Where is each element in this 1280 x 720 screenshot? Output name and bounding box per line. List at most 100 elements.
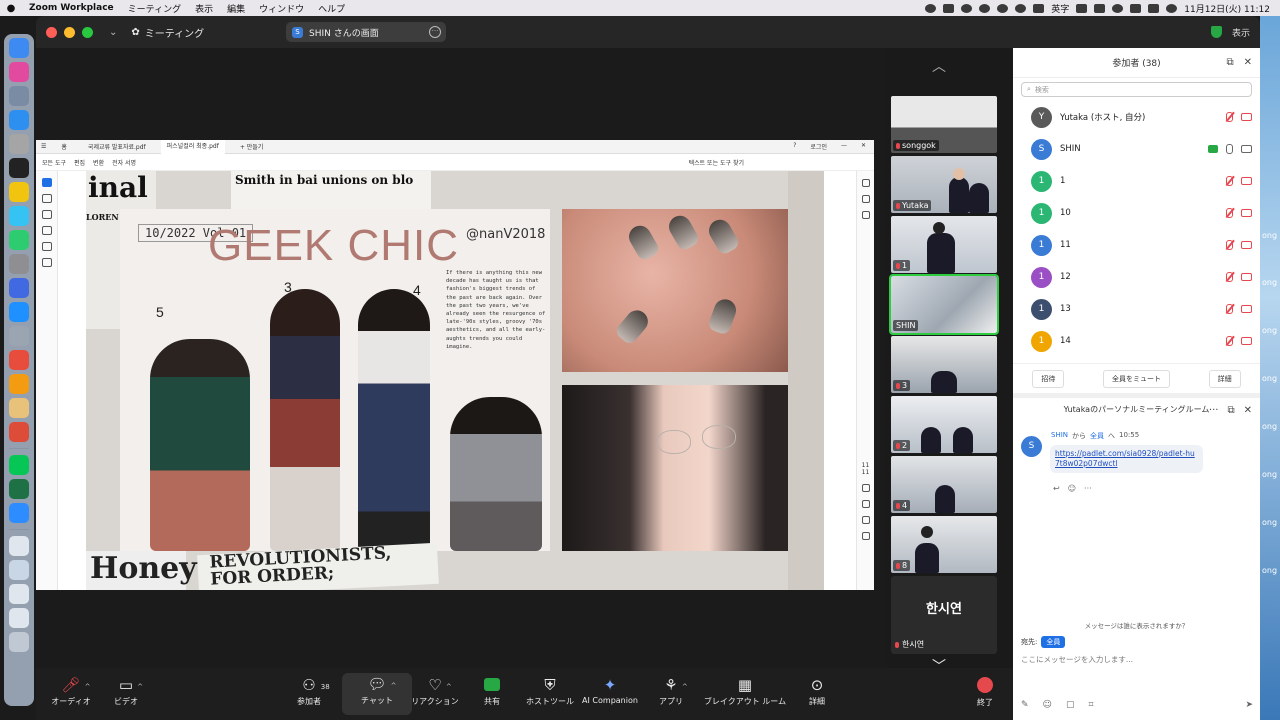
more-icon[interactable]: ··· — [1209, 405, 1219, 416]
mic-muted-icon[interactable] — [1226, 176, 1233, 186]
search-icon[interactable] — [1130, 3, 1142, 13]
status-icon[interactable] — [943, 3, 955, 13]
input-source-icon[interactable] — [1033, 3, 1045, 13]
zoom-tool-icon[interactable] — [41, 194, 52, 203]
screen-share-tab[interactable]: S SHIN さんの画面 ··· — [286, 22, 446, 42]
chat-input[interactable]: ここにメッセージを入力します... — [1021, 654, 1133, 665]
minimize-icon[interactable]: — — [841, 142, 847, 151]
visibility-hint[interactable]: メッセージは誰に表示されますか？ — [1013, 620, 1260, 630]
participant-row[interactable]: Y Yutaka (ホスト, 自分) — [1013, 101, 1260, 133]
message-link[interactable]: https://padlet.com/sia0928/padlet-hu7t8w… — [1050, 445, 1203, 473]
close-icon[interactable]: ✕ — [1244, 405, 1252, 416]
apps-button[interactable]: ⚘ ^ アプリ — [636, 674, 706, 707]
zoom-out-icon[interactable] — [861, 532, 870, 540]
close-icon[interactable]: ✕ — [1244, 57, 1252, 68]
participant-search-input[interactable]: ⌕ 検索 — [1021, 82, 1252, 97]
stamp-tool-icon[interactable] — [41, 258, 52, 267]
video-tile[interactable]: Yutaka — [891, 156, 997, 213]
safari-icon[interactable] — [9, 110, 29, 130]
chevron-down-icon[interactable]: ⌄ — [109, 27, 117, 38]
file-icon[interactable]: ▢ — [1066, 700, 1075, 710]
app-icon[interactable] — [9, 350, 29, 370]
video-tile[interactable]: songgok — [891, 96, 997, 153]
tab-document-2[interactable]: 퍼스널컬러 최종.pdf — [160, 139, 225, 154]
reply-icon[interactable]: ↩ — [1053, 484, 1060, 493]
find-tools-search[interactable]: 텍스트 또는 도구 찾기 — [689, 158, 874, 167]
security-shield-icon[interactable] — [1210, 26, 1222, 38]
caret-icon[interactable]: ^ — [682, 676, 688, 698]
caret-icon[interactable]: ^ — [446, 676, 452, 698]
participant-row[interactable]: 1 13 — [1013, 293, 1260, 325]
select-tool-icon[interactable] — [41, 178, 52, 187]
bookmark-icon[interactable] — [861, 195, 870, 203]
pen-tool-icon[interactable] — [41, 210, 52, 219]
excel-icon[interactable] — [9, 479, 29, 499]
caret-icon[interactable]: ^ — [85, 676, 91, 698]
page-up-icon[interactable] — [861, 484, 870, 492]
app-icon[interactable] — [9, 374, 29, 394]
video-tile[interactable]: 3 — [891, 336, 997, 393]
mic-icon[interactable] — [1226, 144, 1233, 154]
meeting-info[interactable]: ✿ ミーティング — [131, 25, 204, 40]
text-tool-icon[interactable] — [41, 242, 52, 251]
app-icon[interactable] — [9, 230, 29, 250]
chrome-icon[interactable] — [9, 422, 29, 442]
breakout-rooms-button[interactable]: ▦ ブレイクアウト ルーム — [700, 674, 790, 707]
format-icon[interactable]: ✎ — [1021, 700, 1029, 710]
caret-icon[interactable]: ^ — [391, 675, 397, 697]
lasso-tool-icon[interactable] — [41, 226, 52, 235]
document-icon[interactable] — [9, 560, 29, 580]
copy-icon[interactable] — [861, 211, 870, 219]
wifi-icon[interactable] — [1094, 3, 1106, 13]
send-icon[interactable]: ➤ — [1245, 700, 1253, 710]
video-tile[interactable]: 2 — [891, 396, 997, 453]
zoom-in-icon[interactable] — [861, 516, 870, 524]
camera-off-icon[interactable] — [1241, 209, 1252, 217]
comment-icon[interactable] — [861, 179, 870, 187]
app-icon[interactable] — [9, 134, 29, 154]
more-button[interactable]: 詳細 — [1208, 369, 1241, 388]
scroll-up-chevron-icon[interactable]: ︿ — [932, 56, 946, 76]
help-icon[interactable]: ? — [793, 142, 796, 151]
ai-companion-button[interactable]: ✦ AI Companion — [575, 674, 645, 705]
mic-muted-icon[interactable] — [1226, 272, 1233, 282]
airdrop-icon[interactable] — [961, 3, 973, 13]
menu-help[interactable]: ヘルプ — [311, 2, 352, 15]
convert-menu[interactable]: 변환 — [93, 158, 104, 167]
app-icon[interactable] — [9, 398, 29, 418]
terminal-icon[interactable] — [9, 158, 29, 178]
tab-home[interactable]: 홈 — [55, 142, 73, 151]
camera-off-icon[interactable] — [1241, 305, 1252, 313]
menu-view[interactable]: 表示 — [188, 2, 220, 15]
popout-icon[interactable]: ⧉ — [1226, 57, 1233, 68]
siri-icon[interactable] — [1166, 3, 1178, 13]
participant-row[interactable]: S SHIN — [1013, 133, 1260, 165]
tab-create[interactable]: + 만들기 — [234, 142, 270, 151]
camera-off-icon[interactable] — [1241, 273, 1252, 281]
esign-menu[interactable]: 전자 서명 — [112, 158, 136, 167]
caret-icon[interactable]: ^ — [137, 676, 143, 698]
line-icon[interactable] — [9, 455, 29, 475]
participant-row[interactable]: 1 10 — [1013, 197, 1260, 229]
recipient-dropdown[interactable]: 全員 — [1041, 636, 1066, 648]
menu-meeting[interactable]: ミーティング — [121, 2, 188, 15]
video-tile[interactable]: 4 — [891, 456, 997, 513]
document-icon[interactable] — [9, 584, 29, 604]
tab-document-1[interactable]: 국제교류 발표자료.pdf — [82, 142, 152, 151]
app-icon[interactable] — [9, 326, 29, 346]
more-icon[interactable]: ··· — [1084, 484, 1092, 493]
edit-menu[interactable]: 편집 — [74, 158, 85, 167]
clock-icon[interactable] — [997, 3, 1009, 13]
video-tile[interactable]: 8 — [891, 516, 997, 573]
app-icon[interactable] — [9, 206, 29, 226]
menu-app-name[interactable]: Zoom Workplace — [22, 3, 121, 13]
document-icon[interactable] — [9, 608, 29, 628]
control-center-icon[interactable] — [1148, 3, 1160, 13]
login-button[interactable]: 로그인 — [810, 142, 827, 151]
participant-row[interactable]: 1 12 — [1013, 261, 1260, 293]
mute-all-button[interactable]: 全員をミュート — [1102, 369, 1170, 388]
mic-muted-icon[interactable] — [1226, 112, 1233, 122]
zoom-window-button[interactable] — [82, 26, 93, 38]
mic-muted-icon[interactable] — [1226, 208, 1233, 218]
zoom-icon[interactable] — [9, 503, 29, 523]
